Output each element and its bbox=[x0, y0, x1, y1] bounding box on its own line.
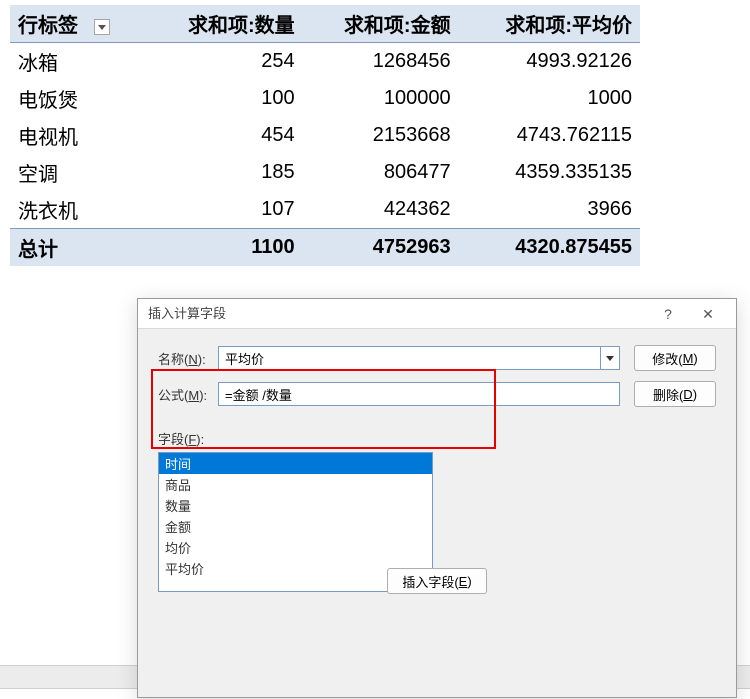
cell-amount[interactable]: 1268456 bbox=[303, 43, 459, 81]
delete-button[interactable]: 删除(D) bbox=[634, 381, 716, 407]
header-row-label[interactable]: 行标签 bbox=[10, 5, 147, 43]
table-row: 冰箱25412684564993.92126 bbox=[10, 43, 640, 81]
filter-dropdown-icon[interactable] bbox=[94, 19, 110, 35]
list-item[interactable]: 金额 bbox=[159, 516, 432, 537]
insert-field-button[interactable]: 插入字段(E) bbox=[387, 568, 487, 594]
table-row: 电视机45421536684743.762115 bbox=[10, 117, 640, 154]
cell-avg[interactable]: 4359.335135 bbox=[459, 154, 640, 191]
formula-input[interactable] bbox=[218, 382, 620, 406]
cell-qty[interactable]: 254 bbox=[147, 43, 303, 81]
row-label[interactable]: 电饭煲 bbox=[10, 80, 147, 117]
list-item[interactable]: 数量 bbox=[159, 495, 432, 516]
total-avg[interactable]: 4320.875455 bbox=[459, 229, 640, 267]
formula-label: 公式(M): bbox=[158, 385, 218, 404]
total-qty[interactable]: 1100 bbox=[147, 229, 303, 267]
cell-avg[interactable]: 3966 bbox=[459, 191, 640, 229]
row-label[interactable]: 洗衣机 bbox=[10, 191, 147, 229]
list-item[interactable]: 商品 bbox=[159, 474, 432, 495]
total-row: 总计110047529634320.875455 bbox=[10, 229, 640, 267]
cell-qty[interactable]: 107 bbox=[147, 191, 303, 229]
fields-label: 字段(F): bbox=[158, 429, 716, 448]
help-button[interactable]: ? bbox=[648, 300, 688, 328]
list-item[interactable]: 均价 bbox=[159, 537, 432, 558]
cell-amount[interactable]: 2153668 bbox=[303, 117, 459, 154]
cell-avg[interactable]: 1000 bbox=[459, 80, 640, 117]
modify-button[interactable]: 修改(M) bbox=[634, 345, 716, 371]
dialog-titlebar: 插入计算字段 ? ✕ bbox=[138, 299, 736, 329]
table-row: 空调1858064774359.335135 bbox=[10, 154, 640, 191]
cell-qty[interactable]: 185 bbox=[147, 154, 303, 191]
name-input[interactable] bbox=[218, 346, 358, 370]
cell-avg[interactable]: 4743.762115 bbox=[459, 117, 640, 154]
header-qty[interactable]: 求和项:数量 bbox=[147, 5, 303, 43]
header-avg[interactable]: 求和项:平均价 bbox=[459, 5, 640, 43]
row-label[interactable]: 空调 bbox=[10, 154, 147, 191]
name-dropdown-icon[interactable] bbox=[600, 346, 620, 370]
total-label[interactable]: 总计 bbox=[10, 229, 147, 267]
name-label: 名称(N): bbox=[158, 349, 218, 368]
pivot-table: 行标签 求和项:数量 求和项:金额 求和项:平均价 冰箱254126845649… bbox=[10, 5, 640, 266]
cell-amount[interactable]: 100000 bbox=[303, 80, 459, 117]
cell-qty[interactable]: 454 bbox=[147, 117, 303, 154]
cell-amount[interactable]: 424362 bbox=[303, 191, 459, 229]
insert-calculated-field-dialog: 插入计算字段 ? ✕ 名称(N): 修改(M) 公式(M): bbox=[137, 298, 737, 698]
close-button[interactable]: ✕ bbox=[688, 300, 728, 328]
list-item[interactable]: 时间 bbox=[159, 453, 432, 474]
cell-qty[interactable]: 100 bbox=[147, 80, 303, 117]
table-row: 电饭煲1001000001000 bbox=[10, 80, 640, 117]
cell-avg[interactable]: 4993.92126 bbox=[459, 43, 640, 81]
name-combo-area[interactable] bbox=[358, 346, 600, 370]
dialog-title: 插入计算字段 bbox=[148, 299, 648, 329]
row-label[interactable]: 冰箱 bbox=[10, 43, 147, 81]
table-row: 洗衣机1074243623966 bbox=[10, 191, 640, 229]
cell-amount[interactable]: 806477 bbox=[303, 154, 459, 191]
total-amount[interactable]: 4752963 bbox=[303, 229, 459, 267]
row-label[interactable]: 电视机 bbox=[10, 117, 147, 154]
header-amount[interactable]: 求和项:金额 bbox=[303, 5, 459, 43]
